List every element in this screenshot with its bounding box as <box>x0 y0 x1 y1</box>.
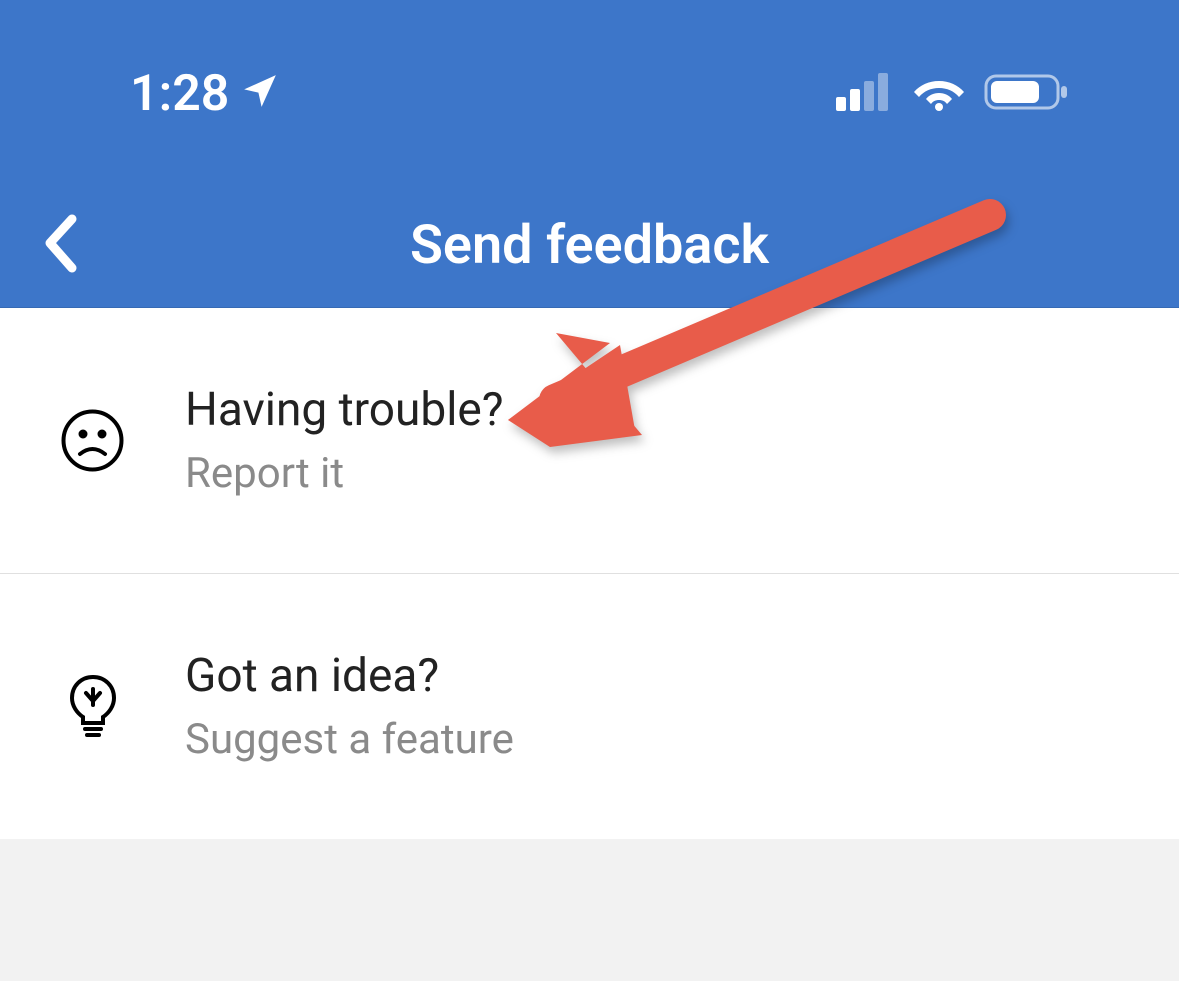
option-text: Having trouble? Report it <box>185 383 504 498</box>
option-subtitle: Suggest a feature <box>185 715 514 764</box>
status-left: 1:28 <box>130 65 279 123</box>
page-title: Send feedback <box>40 214 1139 277</box>
sad-face-icon <box>60 408 125 473</box>
battery-icon <box>984 73 1069 115</box>
option-report-trouble[interactable]: Having trouble? Report it <box>0 308 1179 574</box>
option-subtitle: Report it <box>185 449 504 498</box>
back-button[interactable] <box>40 211 80 280</box>
nav-bar: Send feedback <box>0 214 1179 277</box>
option-suggest-feature[interactable]: Got an idea? Suggest a feature <box>0 574 1179 839</box>
status-right <box>836 73 1119 115</box>
option-text: Got an idea? Suggest a feature <box>185 649 514 764</box>
option-title: Having trouble? <box>185 383 504 437</box>
status-time: 1:28 <box>130 65 229 123</box>
wifi-icon <box>914 73 964 115</box>
header: 1:28 <box>0 0 1179 308</box>
status-bar: 1:28 <box>0 0 1179 123</box>
location-icon <box>241 65 279 123</box>
content: Having trouble? Report it Got an idea? S… <box>0 308 1179 839</box>
option-title: Got an idea? <box>185 649 514 703</box>
cellular-signal-icon <box>836 73 894 115</box>
lightbulb-icon <box>60 674 125 739</box>
